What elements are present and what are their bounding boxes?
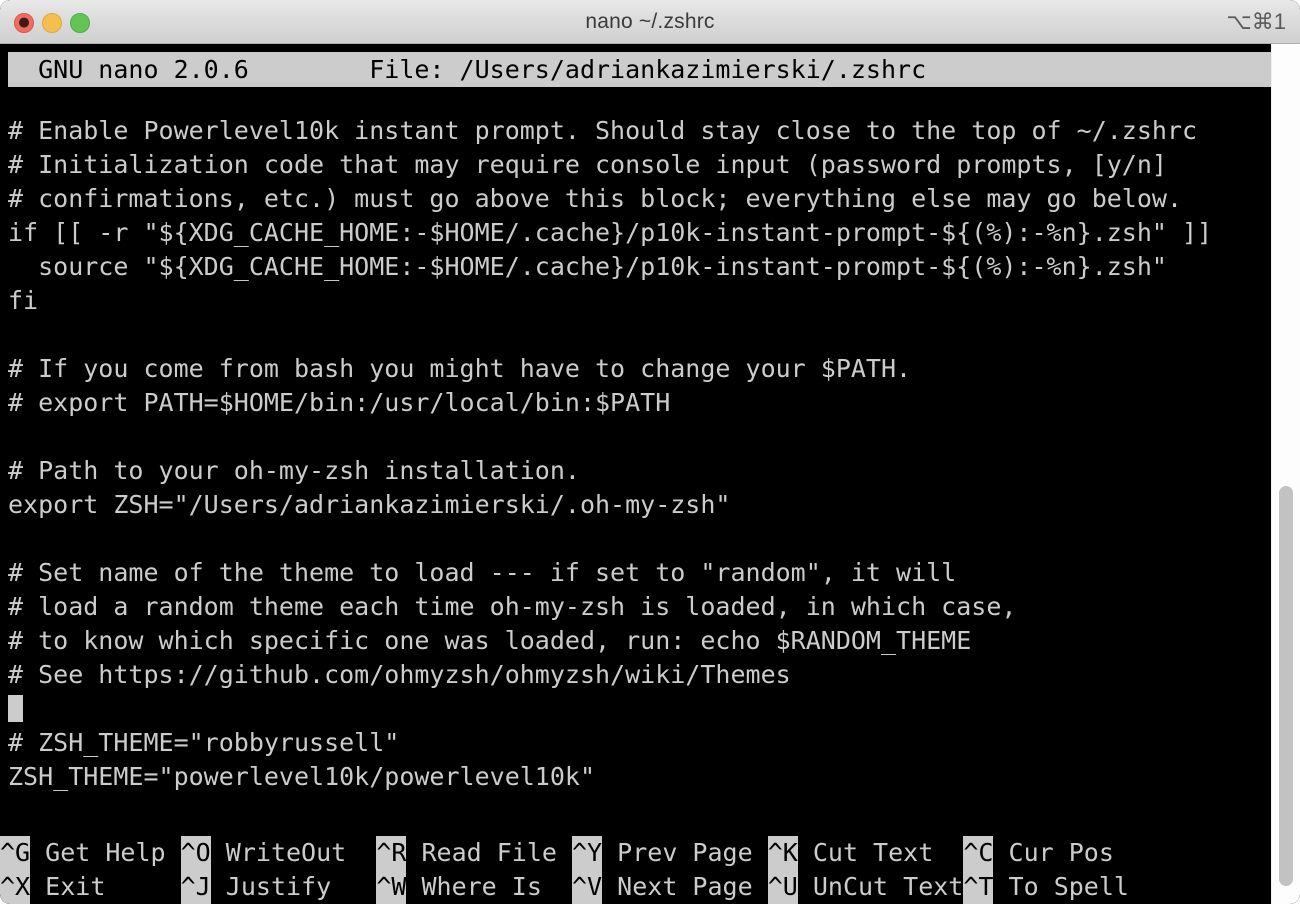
- help-key-ctrl-y[interactable]: ^Y: [572, 836, 603, 870]
- editor-line[interactable]: # Set name of the theme to load --- if s…: [8, 556, 1271, 590]
- editor-line[interactable]: fi: [8, 284, 1271, 318]
- window-shortcut-indicator: ⌥⌘1: [1226, 9, 1286, 34]
- editor-line[interactable]: source "${XDG_CACHE_HOME:-$HOME/.cache}/…: [8, 250, 1271, 284]
- editor-line[interactable]: # ZSH_THEME="robbyrussell": [8, 726, 1271, 760]
- help-label: WriteOut: [210, 838, 377, 867]
- help-label: To Spell: [993, 872, 1129, 901]
- help-key-ctrl-c[interactable]: ^C: [963, 836, 994, 870]
- editor-line[interactable]: # to know which specific one was loaded,…: [8, 624, 1271, 658]
- help-label: Get Help: [30, 838, 181, 867]
- help-key-ctrl-v[interactable]: ^V: [572, 870, 603, 904]
- help-label: Cur Pos: [993, 838, 1114, 867]
- editor-line[interactable]: # See https://github.com/ohmyzsh/ohmyzsh…: [8, 658, 1271, 692]
- editor-line[interactable]: # Enable Powerlevel10k instant prompt. S…: [8, 114, 1271, 148]
- help-bar-row-secondary: ^X Exit ^J Justify ^W Where Is ^V Next P…: [0, 870, 1271, 904]
- editor-line[interactable]: # If you come from bash you might have t…: [8, 352, 1271, 386]
- help-key-ctrl-g[interactable]: ^G: [0, 836, 31, 870]
- help-key-ctrl-r[interactable]: ^R: [376, 836, 407, 870]
- scrollbar-thumb[interactable]: [1279, 486, 1293, 886]
- editor-text-area[interactable]: # Enable Powerlevel10k instant prompt. S…: [8, 114, 1271, 834]
- editor-line[interactable]: export ZSH="/Users/adriankazimierski/.oh…: [8, 488, 1271, 522]
- editor-line[interactable]: [8, 692, 1271, 726]
- help-label: Where Is: [406, 872, 572, 901]
- text-cursor: [8, 695, 23, 722]
- help-key-ctrl-o[interactable]: ^O: [180, 836, 211, 870]
- editor-line[interactable]: [8, 420, 1271, 454]
- window-title: nano ~/.zshrc: [585, 10, 715, 33]
- editor-line[interactable]: ZSH_THEME="powerlevel10k/powerlevel10k": [8, 760, 1271, 794]
- help-label: Cut Text: [797, 838, 964, 867]
- editor-line[interactable]: # confirmations, etc.) must go above thi…: [8, 182, 1271, 216]
- help-key-ctrl-k[interactable]: ^K: [767, 836, 798, 870]
- terminal-body[interactable]: GNU nano 2.0.6 File: /Users/adriankazimi…: [0, 44, 1300, 904]
- help-label: Next Page: [602, 872, 768, 901]
- help-label: UnCut Text: [797, 872, 964, 901]
- terminal-window: ● − + nano ~/.zshrc ⌥⌘1 GNU nano 2.0.6 F…: [0, 0, 1300, 904]
- nano-help-bar: ^G Get Help ^O WriteOut ^R Read File ^Y …: [0, 836, 1271, 904]
- help-bar-row-primary: ^G Get Help ^O WriteOut ^R Read File ^Y …: [0, 836, 1271, 870]
- help-label: Justify: [210, 872, 377, 901]
- help-key-ctrl-j[interactable]: ^J: [180, 870, 211, 904]
- editor-line[interactable]: [8, 522, 1271, 556]
- scrollbar-track[interactable]: [1271, 44, 1300, 904]
- help-key-ctrl-t[interactable]: ^T: [963, 870, 994, 904]
- editor-line[interactable]: # export PATH=$HOME/bin:/usr/local/bin:$…: [8, 386, 1271, 420]
- help-label: Exit: [30, 872, 181, 901]
- help-key-ctrl-x[interactable]: ^X: [0, 870, 31, 904]
- help-key-ctrl-w[interactable]: ^W: [376, 870, 407, 904]
- editor-line[interactable]: # Initialization code that may require c…: [8, 148, 1271, 182]
- editor-line[interactable]: # Path to your oh-my-zsh installation.: [8, 454, 1271, 488]
- title-bar: ● − + nano ~/.zshrc ⌥⌘1: [0, 0, 1300, 44]
- editor-line[interactable]: [8, 318, 1271, 352]
- help-key-ctrl-u[interactable]: ^U: [767, 870, 798, 904]
- editor-line[interactable]: # load a random theme each time oh-my-zs…: [8, 590, 1271, 624]
- help-label: Read File: [406, 838, 572, 867]
- help-label: Prev Page: [602, 838, 768, 867]
- editor-line[interactable]: if [[ -r "${XDG_CACHE_HOME:-$HOME/.cache…: [8, 216, 1271, 250]
- nano-status-header: GNU nano 2.0.6 File: /Users/adriankazimi…: [8, 52, 1271, 87]
